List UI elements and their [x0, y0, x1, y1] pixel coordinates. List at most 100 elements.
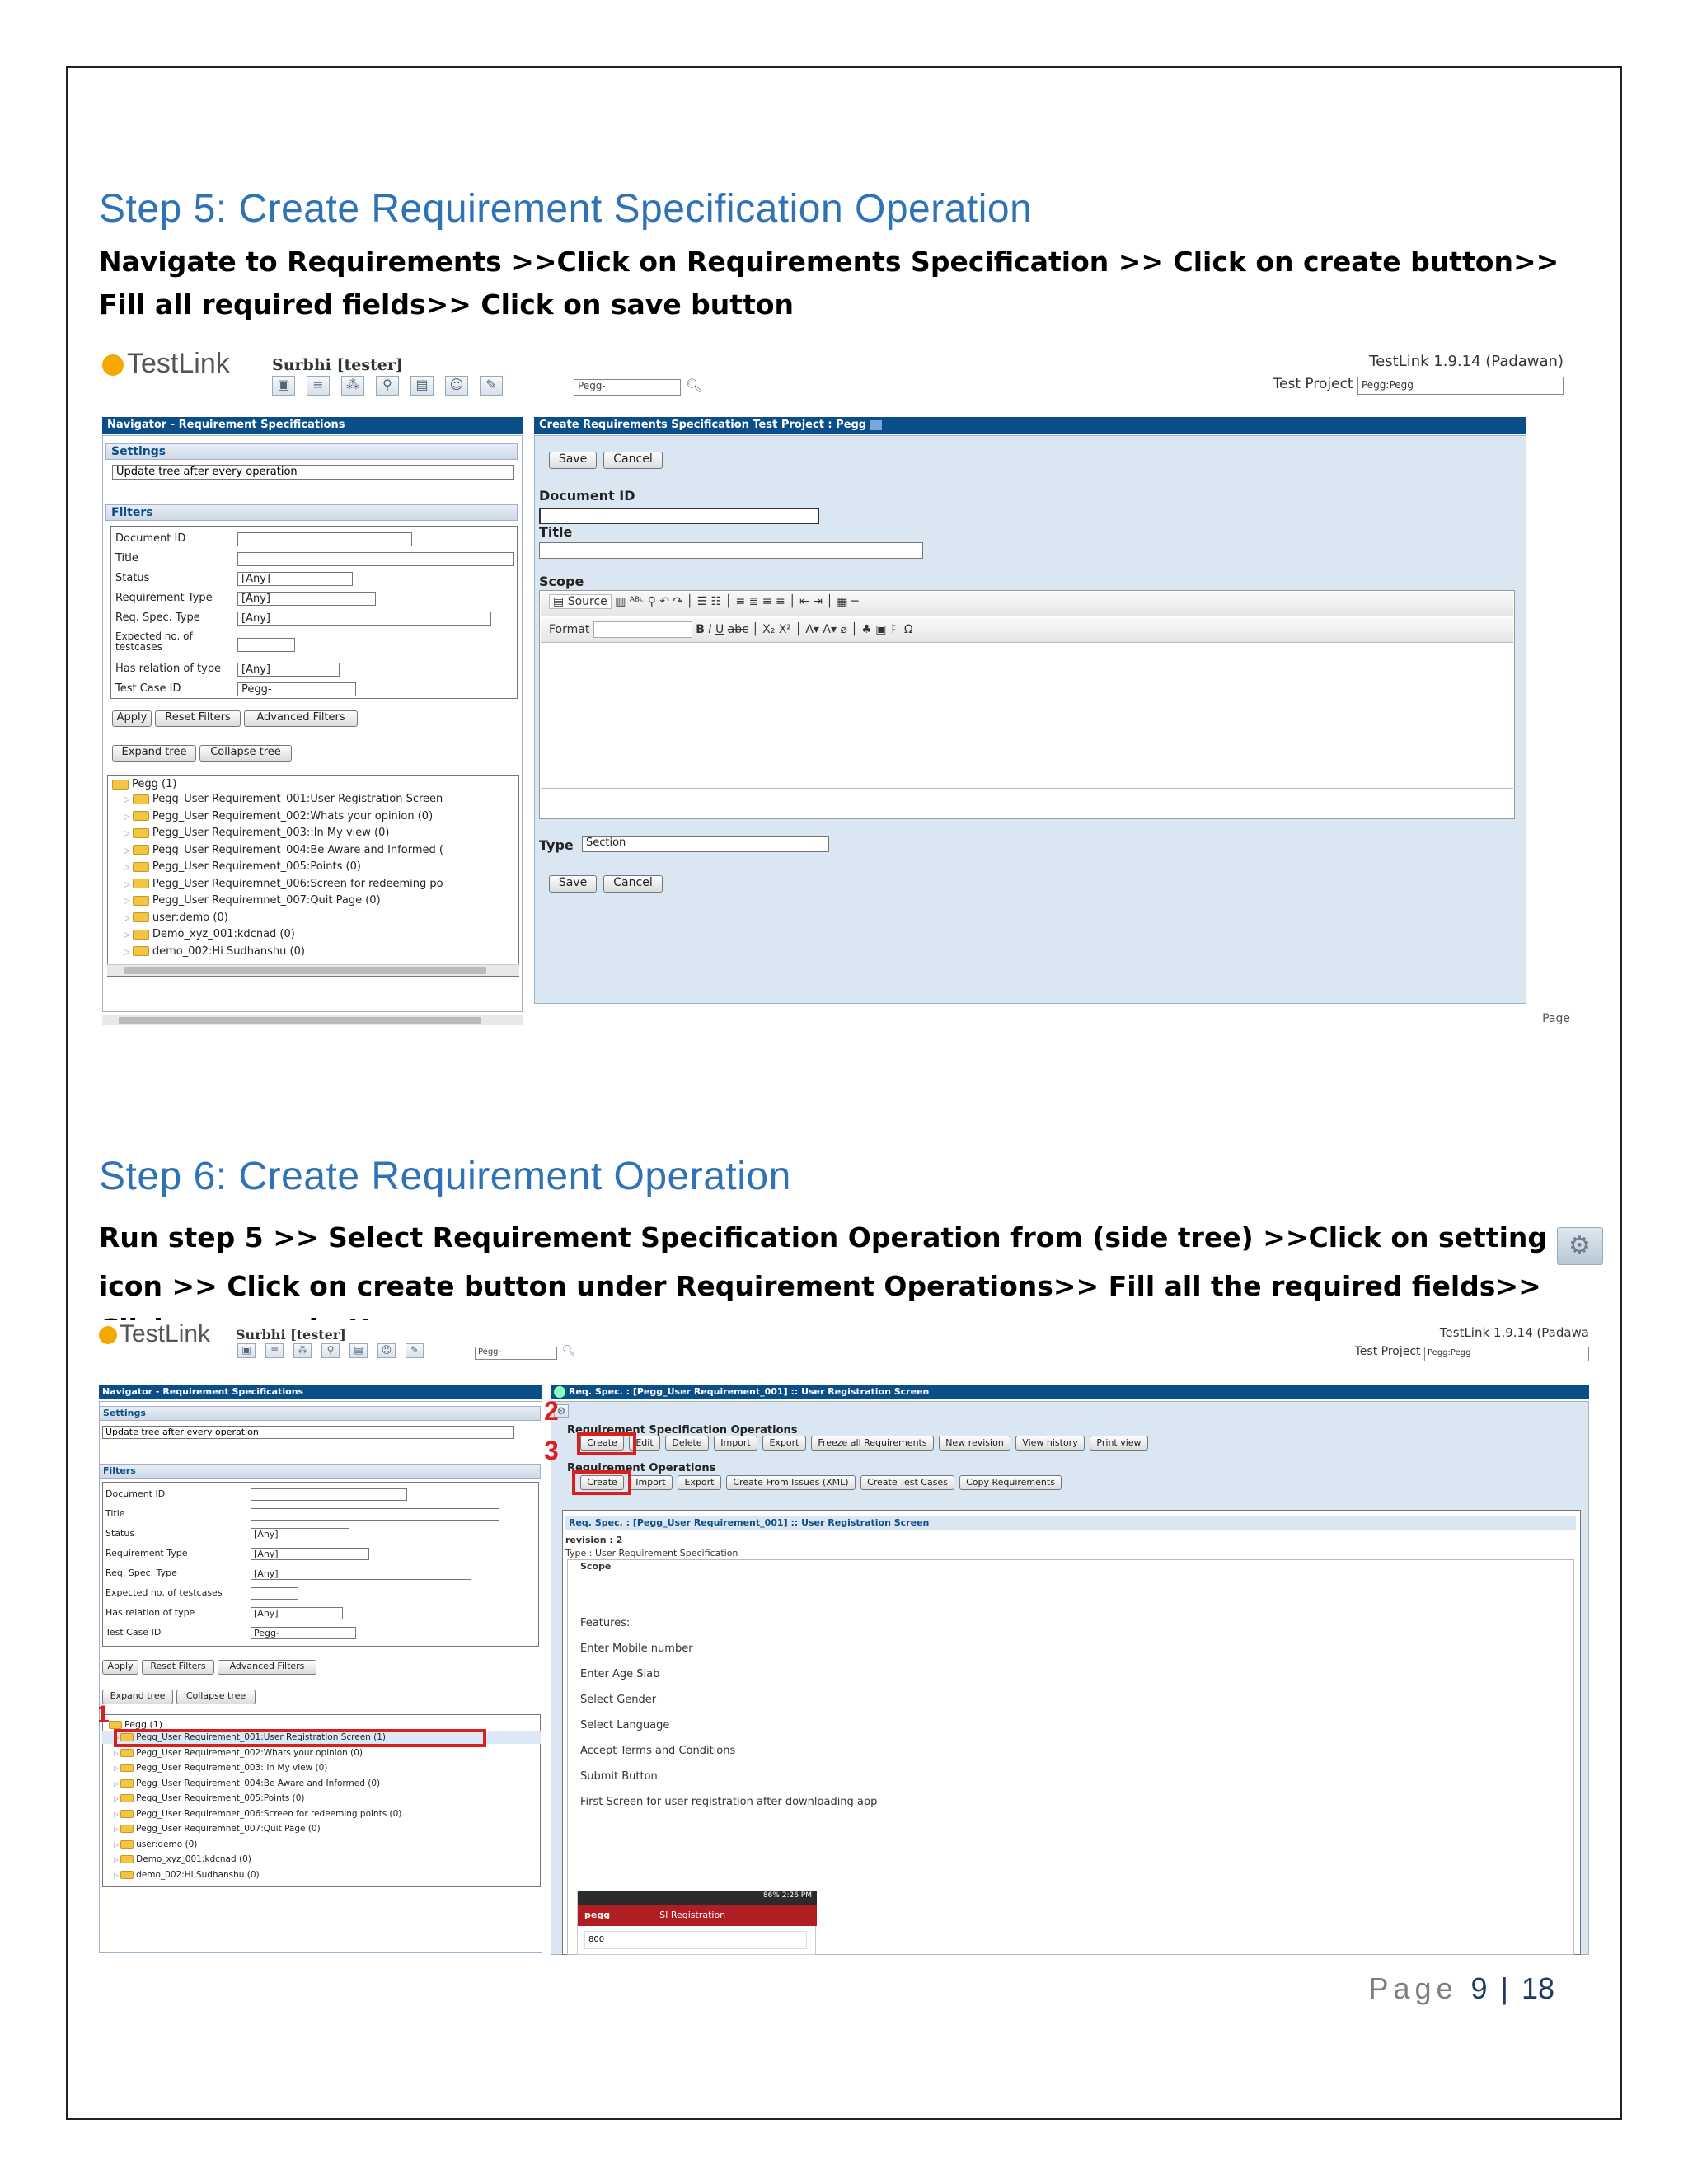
save-button-top[interactable]: Save	[549, 452, 597, 469]
report-icon[interactable]: ▤	[349, 1343, 368, 1358]
tree-item[interactable]: ▷ Demo_xyz_001:kdcnad (0)	[114, 1854, 251, 1864]
expand-tree-button-2[interactable]: Expand tree	[102, 1690, 173, 1704]
tree-item[interactable]: ▷ Pegg_User Requiremnet_006:Screen for r…	[124, 878, 443, 890]
create-test-cases-button[interactable]: Create Test Cases	[860, 1475, 954, 1490]
tree-item[interactable]: ▷ user:demo (0)	[114, 1840, 197, 1849]
advanced-filters-button[interactable]: Advanced Filters	[244, 710, 358, 727]
reset-filters-button[interactable]: Reset Filters	[155, 710, 241, 727]
requirements-icon[interactable]: ≡	[265, 1343, 284, 1358]
view-history-button[interactable]: View history	[1015, 1436, 1085, 1451]
tree-scrollbar[interactable]	[107, 964, 519, 976]
filter-title-input[interactable]	[237, 552, 514, 566]
filters-header[interactable]: Filters	[106, 504, 518, 521]
new-revision-button[interactable]: New revision	[939, 1436, 1010, 1451]
tree-item[interactable]: ▷ Pegg_User Requiremnet_007:Quit Page (0…	[114, 1824, 321, 1834]
events-icon[interactable]: ✎	[406, 1343, 424, 1358]
reset-filters-button-2[interactable]: Reset Filters	[142, 1660, 214, 1675]
tree-icon[interactable]: ⁂	[341, 376, 364, 396]
left-bottom-scrollbar[interactable]	[102, 1015, 523, 1025]
title-input[interactable]	[539, 542, 923, 559]
document-id-input[interactable]	[539, 508, 819, 524]
tree-item[interactable]: ▷ demo_002:Hi Sudhanshu (0)	[114, 1870, 260, 1880]
filter-test-case-id-input[interactable]: Pegg-	[237, 682, 356, 696]
search-icon[interactable]: 🔍︎	[562, 1345, 576, 1357]
type-select[interactable]: Section	[582, 836, 829, 852]
filter-req-spec-type-select[interactable]: [Any]	[251, 1568, 471, 1580]
search-input-2[interactable]: Pegg-	[475, 1347, 557, 1360]
search-input[interactable]: Pegg-	[574, 379, 681, 396]
desktop-icon[interactable]: ▣	[272, 376, 295, 396]
source-icon[interactable]: ▤ Source	[549, 594, 612, 609]
filters-header-2[interactable]: Filters	[99, 1464, 541, 1479]
tree-item[interactable]: ▷ Pegg_User Requirement_002:Whats your o…	[124, 810, 433, 823]
tree-item[interactable]: ▷ Pegg_User Requiremnet_006:Screen for r…	[114, 1809, 401, 1819]
desktop-icon[interactable]: ▣	[237, 1343, 256, 1358]
search-icon[interactable]: 🔍︎	[686, 377, 702, 393]
tree-item[interactable]: ▷ Pegg_User Requirement_003::In My view …	[114, 1763, 327, 1773]
create-from-issues-xml-button[interactable]: Create From Issues (XML)	[726, 1475, 856, 1490]
tree-item[interactable]: ▷ Pegg_User Requiremnet_007:Quit Page (0…	[124, 894, 381, 907]
filter-status-select[interactable]: [Any]	[251, 1528, 349, 1540]
tree-root[interactable]: Pegg (1)	[112, 778, 176, 790]
export-button[interactable]: Export	[678, 1475, 721, 1490]
test-project-selector-2[interactable]: Test Project Pegg:Pegg	[1355, 1345, 1589, 1361]
filter-status-select[interactable]: [Any]	[237, 572, 353, 586]
filter-document-id-input[interactable]	[237, 532, 412, 546]
save-button-bottom[interactable]: Save	[549, 875, 597, 893]
expand-arrow-icon: ▷	[114, 1871, 121, 1879]
execution-icon[interactable]: ⚲	[321, 1343, 340, 1358]
users-icon[interactable]: ☺	[445, 376, 468, 396]
update-tree-checkbox-2[interactable]: Update tree after every operation	[102, 1426, 514, 1439]
users-icon[interactable]: ☺	[377, 1343, 396, 1358]
expand-arrow-icon: ▷	[114, 1856, 121, 1863]
delete-button[interactable]: Delete	[665, 1436, 709, 1451]
tree-item[interactable]: ▷ Pegg_User Requirement_005:Points (0)	[114, 1793, 305, 1803]
filter-req-spec-type-select[interactable]: [Any]	[237, 612, 491, 626]
print-view-button[interactable]: Print view	[1090, 1436, 1148, 1451]
advanced-filters-button-2[interactable]: Advanced Filters	[218, 1660, 316, 1675]
tree-item[interactable]: ▷ Pegg_User Requirement_001:User Registr…	[124, 793, 443, 805]
tree-item[interactable]: ▷ Pegg_User Requirement_004:Be Aware and…	[114, 1779, 380, 1788]
tree-item[interactable]: ▷ Demo_xyz_001:kdcnad (0)	[124, 928, 295, 940]
tree-item[interactable]: ▷ Pegg_User Requirement_004:Be Aware and…	[124, 844, 443, 856]
settings-header[interactable]: Settings	[106, 443, 518, 460]
settings-header-2[interactable]: Settings	[99, 1406, 541, 1421]
filter-requirement-type-select[interactable]: [Any]	[237, 592, 376, 606]
filter-expected-no-input[interactable]	[251, 1587, 298, 1600]
execution-icon[interactable]: ⚲	[376, 376, 399, 396]
filter-document-id-input[interactable]	[251, 1488, 407, 1501]
test-project-selector[interactable]: Test Project Pegg:Pegg	[1273, 376, 1564, 395]
collapse-tree-button-2[interactable]: Collapse tree	[176, 1690, 256, 1704]
export-button[interactable]: Export	[762, 1436, 806, 1451]
import-button[interactable]: Import	[714, 1436, 757, 1451]
filter-label-has-relation: Has relation of type	[115, 663, 222, 675]
events-icon[interactable]: ✎	[480, 376, 503, 396]
expand-tree-button[interactable]: Expand tree	[112, 745, 196, 762]
filter-title-input[interactable]	[251, 1508, 499, 1521]
copy-requirements-button[interactable]: Copy Requirements	[959, 1475, 1062, 1490]
update-tree-checkbox[interactable]: Update tree after every operation	[112, 465, 514, 480]
report-icon[interactable]: ▤	[410, 376, 434, 396]
tree-icon[interactable]: ⁂	[293, 1343, 312, 1358]
filter-test-case-id-input[interactable]: Pegg-	[251, 1627, 356, 1639]
expand-arrow-icon: ▷	[124, 846, 133, 855]
collapse-tree-button[interactable]: Collapse tree	[199, 745, 292, 762]
filter-expected-no-input[interactable]	[237, 638, 295, 652]
tree-item[interactable]: ▷ Pegg_User Requirement_003::In My view …	[124, 827, 389, 839]
freeze-all-requirements-button[interactable]: Freeze all Requirements	[811, 1436, 934, 1451]
requirements-icon[interactable]: ≡	[307, 376, 330, 396]
filter-has-relation-select[interactable]: [Any]	[237, 663, 340, 677]
filter-requirement-type-select[interactable]: [Any]	[251, 1548, 369, 1560]
tree-item[interactable]: ▷ user:demo (0)	[124, 912, 228, 924]
apply-button[interactable]: Apply	[112, 710, 152, 727]
import-button[interactable]: Import	[629, 1475, 673, 1490]
cancel-button-top[interactable]: Cancel	[603, 452, 663, 469]
format-select[interactable]	[593, 621, 692, 638]
tree-item[interactable]: ▷ demo_002:Hi Sudhanshu (0)	[124, 945, 305, 958]
expand-arrow-icon: ▷	[114, 1779, 121, 1788]
apply-button-2[interactable]: Apply	[102, 1660, 138, 1675]
tree-item[interactable]: ▷ Pegg_User Requirement_005:Points (0)	[124, 860, 361, 873]
cancel-button-bottom[interactable]: Cancel	[603, 875, 663, 893]
tree-item[interactable]: ▷ Pegg_User Requirement_002:Whats your o…	[114, 1748, 363, 1758]
filter-has-relation-select[interactable]: [Any]	[251, 1607, 343, 1619]
